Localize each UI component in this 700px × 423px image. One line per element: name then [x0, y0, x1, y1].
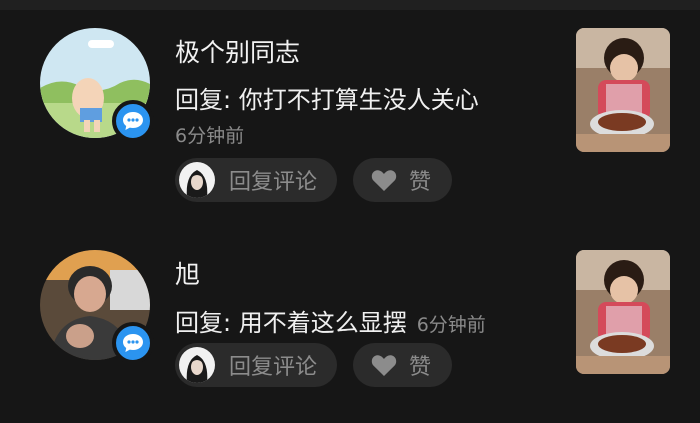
like-button[interactable]: 赞 [353, 343, 452, 387]
heart-icon [371, 169, 397, 191]
reply-comment-button-label: 回复评论 [229, 170, 318, 195]
comment-text-line[interactable]: 回复: 用不着这么显摆 6分钟前 [175, 303, 486, 338]
user-avatar[interactable] [40, 28, 154, 142]
message-badge [112, 100, 154, 142]
user-avatar[interactable] [40, 250, 154, 364]
chat-bubble-icon [123, 112, 143, 130]
chat-bubble-icon [123, 334, 143, 352]
comment-author-name[interactable]: 旭 [175, 255, 200, 291]
top-bar [0, 0, 700, 10]
current-user-avatar [179, 162, 215, 198]
like-button-label: 赞 [409, 170, 432, 195]
video-thumbnail[interactable] [576, 28, 670, 152]
reply-comment-button-label: 回复评论 [229, 355, 318, 380]
comment-timestamp: 6分钟前 [416, 314, 486, 336]
video-thumbnail[interactable] [576, 250, 670, 374]
heart-icon [371, 354, 397, 376]
current-user-avatar [179, 347, 215, 383]
comment-author-name[interactable]: 极个别同志 [175, 33, 300, 69]
like-button[interactable]: 赞 [353, 158, 452, 202]
comment-timestamp: 6分钟前 [175, 125, 245, 147]
reply-comment-button[interactable]: 回复评论 [175, 343, 337, 387]
comment-reply-text: 回复: 用不着这么显摆 [175, 309, 407, 337]
comment-text-line[interactable]: 回复: 你打不打算生没人关心 [175, 80, 479, 115]
like-button-label: 赞 [409, 355, 432, 380]
comment-reply-text: 回复: 你打不打算生没人关心 [175, 86, 479, 114]
reply-comment-button[interactable]: 回复评论 [175, 158, 337, 202]
message-badge [112, 322, 154, 364]
